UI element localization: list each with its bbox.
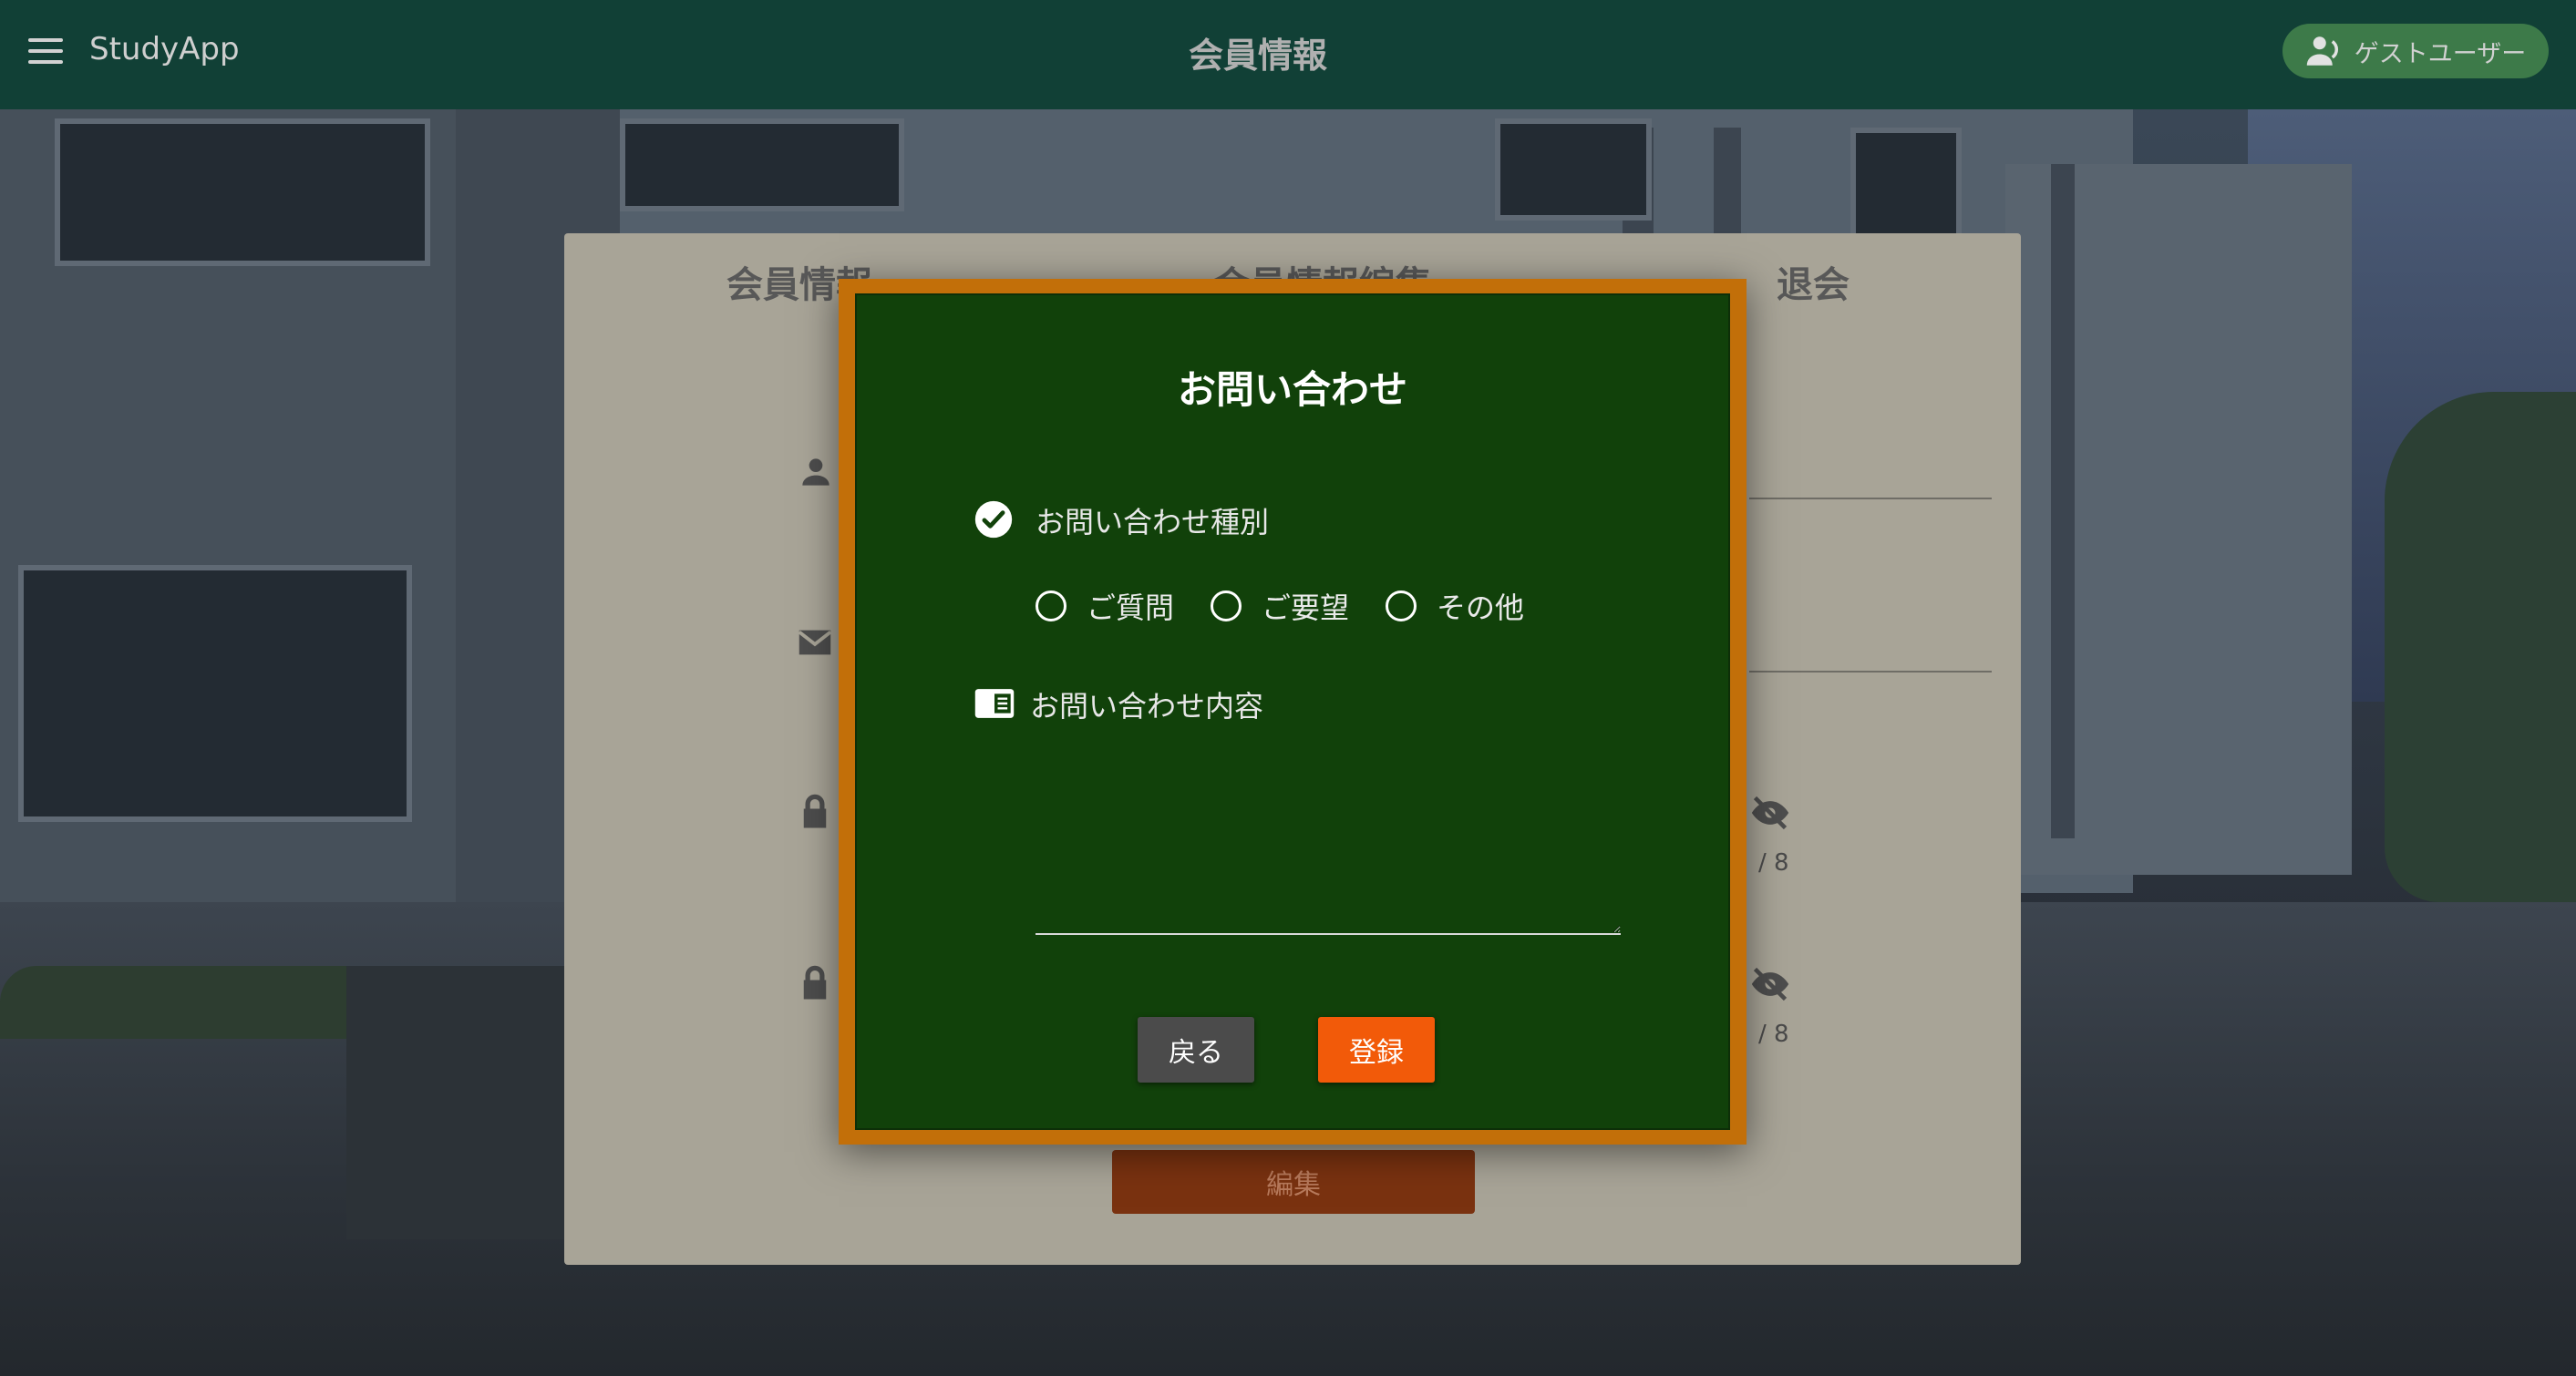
mail-icon: [798, 630, 832, 655]
password-confirm-char-counter: / 8: [1758, 1021, 1789, 1048]
guest-user-button[interactable]: ゲストユーザー: [2282, 24, 2549, 78]
check-circle-icon: [974, 500, 1013, 539]
radio-question[interactable]: ご質問: [1036, 585, 1174, 627]
building-window: [1495, 118, 1652, 221]
back-button[interactable]: 戻る: [1138, 1017, 1254, 1083]
inquiry-type-radio-group: ご質問 ご要望 その他: [1036, 585, 1561, 627]
submit-button[interactable]: 登録: [1318, 1017, 1435, 1083]
radio-request[interactable]: ご要望: [1211, 585, 1349, 627]
inquiry-dialog: お問い合わせ お問い合わせ種別 ご質問 ご要望 その他 お問い合わせ内容 戻る …: [855, 293, 1730, 1130]
eye-off-icon[interactable]: [1747, 793, 1793, 833]
password-char-counter: / 8: [1758, 849, 1789, 877]
radio-request-label: ご要望: [1262, 590, 1350, 625]
radio-button[interactable]: [1386, 590, 1417, 621]
inquiry-dialog-frame: お問い合わせ お問い合わせ種別 ご質問 ご要望 その他 お問い合わせ内容 戻る …: [839, 279, 1747, 1145]
lock-icon: [803, 794, 827, 828]
radio-button[interactable]: [1036, 590, 1066, 621]
radio-button[interactable]: [1211, 590, 1242, 621]
inquiry-type-label: お問い合わせ種別: [1036, 505, 1270, 539]
user-phone-icon: [2306, 36, 2338, 66]
lock-icon: [803, 965, 827, 1000]
person-icon: [802, 458, 829, 486]
inquiry-content-label: お問い合わせ内容: [1030, 689, 1264, 724]
building-window: [55, 118, 430, 266]
email-field-underline: [1749, 671, 1992, 673]
building-window: [1850, 128, 1962, 248]
name-field-underline: [1749, 498, 1992, 499]
hedge: [0, 966, 401, 1039]
dialog-title: お問い合わせ: [1177, 367, 1407, 412]
page-title: 会員情報: [1188, 36, 1327, 76]
app-bar: StudyApp 会員情報 ゲストユーザー: [0, 0, 2576, 109]
article-icon: [974, 689, 1015, 718]
radio-other[interactable]: その他: [1386, 585, 1524, 627]
eye-off-icon[interactable]: [1747, 964, 1793, 1004]
radio-question-label: ご質問: [1087, 590, 1175, 625]
building-window: [18, 565, 412, 822]
building-window: [620, 118, 904, 211]
edit-button[interactable]: 編集: [1112, 1150, 1475, 1214]
tree: [2385, 392, 2576, 902]
radio-other-label: その他: [1437, 590, 1525, 625]
guest-user-label: ゲストユーザー: [2354, 39, 2527, 68]
tab-withdraw[interactable]: 退会: [1777, 255, 1850, 308]
inquiry-content-textarea[interactable]: [1036, 751, 1621, 935]
building-pillar: [2051, 164, 2075, 838]
